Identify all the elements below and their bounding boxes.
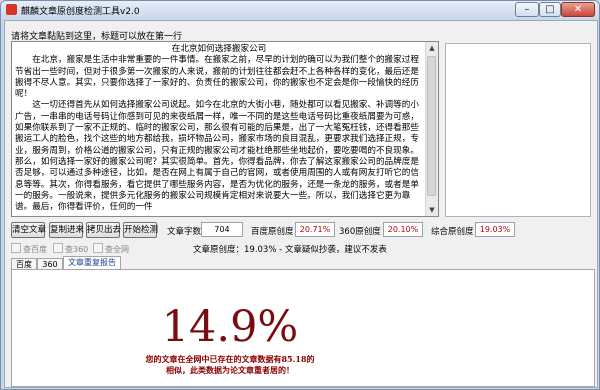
main-panel: 请将文章黏贴到这里，标题可以放在第一行 在北京如何选择搬家公司 在北京，搬家是生… bbox=[4, 20, 598, 388]
title-bar[interactable]: 麒麟文章原创度检测工具v2.0 – □ ✕ bbox=[1, 1, 599, 19]
article-paragraph: 这一切还得首先从如何选择搬家公司说起。如今在北京的大街小巷，随处都可以看见搬家、… bbox=[15, 100, 419, 213]
window-title: 麒麟文章原创度检测工具v2.0 bbox=[21, 7, 140, 17]
copy-out-button[interactable]: 拷贝出去 bbox=[86, 222, 121, 238]
side-panel bbox=[445, 43, 591, 217]
clear-article-button[interactable]: 清空文章 bbox=[11, 222, 46, 238]
similarity-percentage: 14.9% bbox=[161, 302, 299, 352]
word-count-label: 文章字数 bbox=[167, 227, 202, 237]
check-all-web-option[interactable]: 查全网 bbox=[93, 243, 129, 255]
checkbox-icon bbox=[53, 243, 63, 253]
checkbox-icon bbox=[11, 243, 21, 253]
check-360-label: 查360 bbox=[65, 245, 89, 254]
checkbox-icon bbox=[93, 243, 103, 253]
app-icon bbox=[6, 4, 17, 15]
scrollbar-thumb[interactable] bbox=[427, 56, 436, 196]
check-360-option[interactable]: 查360 bbox=[53, 243, 88, 255]
report-result-line: 相似，此类数据为论文章重者居的！ bbox=[166, 365, 294, 375]
toolbar: 清空文章 复制进来 拷贝出去 开始检测 文章字数 704 百度原创度 20.71… bbox=[11, 222, 599, 238]
scroll-down-icon[interactable]: ▼ bbox=[427, 205, 437, 215]
article-paragraph: 在北京，搬家是生活中非常重要的一件事情。在搬家之前，尽早的计划的确可以为我们整个… bbox=[15, 55, 419, 100]
check-baidu-label: 查百度 bbox=[23, 245, 47, 254]
report-panel: 14.9% 您的文章在全网中已存在的文章数据有85.18的 相似，此类数据为论文… bbox=[11, 269, 595, 387]
check-all-web-label: 查全网 bbox=[105, 245, 129, 254]
start-detect-button[interactable]: 开始检测 bbox=[123, 222, 158, 238]
article-textarea[interactable]: 在北京如何选择搬家公司 在北京，搬家是生活中非常重要的一件事情。在搬家之前，尽早… bbox=[11, 41, 439, 217]
app-window: 麒麟文章原创度检测工具v2.0 – □ ✕ 请将文章黏贴到这里，标题可以放在第一… bbox=[0, 0, 600, 390]
word-count-value: 704 bbox=[201, 222, 243, 237]
scroll-up-icon[interactable]: ▲ bbox=[427, 43, 437, 53]
baidu-originality-value: 20.71% bbox=[295, 222, 335, 237]
360-originality-value: 20.10% bbox=[383, 222, 423, 237]
overall-originality-value: 19.03% bbox=[475, 222, 515, 237]
report-result-line: 您的文章在全网中已存在的文章数据有85.18的 bbox=[145, 354, 315, 364]
vertical-scrollbar[interactable]: ▲ ▼ bbox=[425, 42, 438, 216]
report-result-text: 您的文章在全网中已存在的文章数据有85.18的 相似，此类数据为论文章重者居的！ bbox=[132, 354, 328, 376]
status-message: 文章原创度：19.03% - 文章疑似抄袭，建议不发表 bbox=[193, 245, 387, 255]
minimize-button[interactable]: – bbox=[515, 2, 539, 17]
360-originality-label: 360原创度 bbox=[339, 227, 381, 237]
overall-originality-label: 综合原创度 bbox=[431, 227, 474, 237]
maximize-button[interactable]: □ bbox=[539, 2, 561, 17]
baidu-originality-label: 百度原创度 bbox=[251, 227, 294, 237]
copy-in-button[interactable]: 复制进来 bbox=[49, 222, 84, 238]
search-options: 查百度 查360 查全网 bbox=[11, 243, 191, 255]
check-baidu-option[interactable]: 查百度 bbox=[11, 243, 47, 255]
article-title: 在北京如何选择搬家公司 bbox=[171, 44, 267, 54]
close-button[interactable]: ✕ bbox=[561, 2, 595, 17]
article-content: 在北京如何选择搬家公司 在北京，搬家是生活中非常重要的一件事情。在搬家之前，尽早… bbox=[15, 44, 423, 213]
